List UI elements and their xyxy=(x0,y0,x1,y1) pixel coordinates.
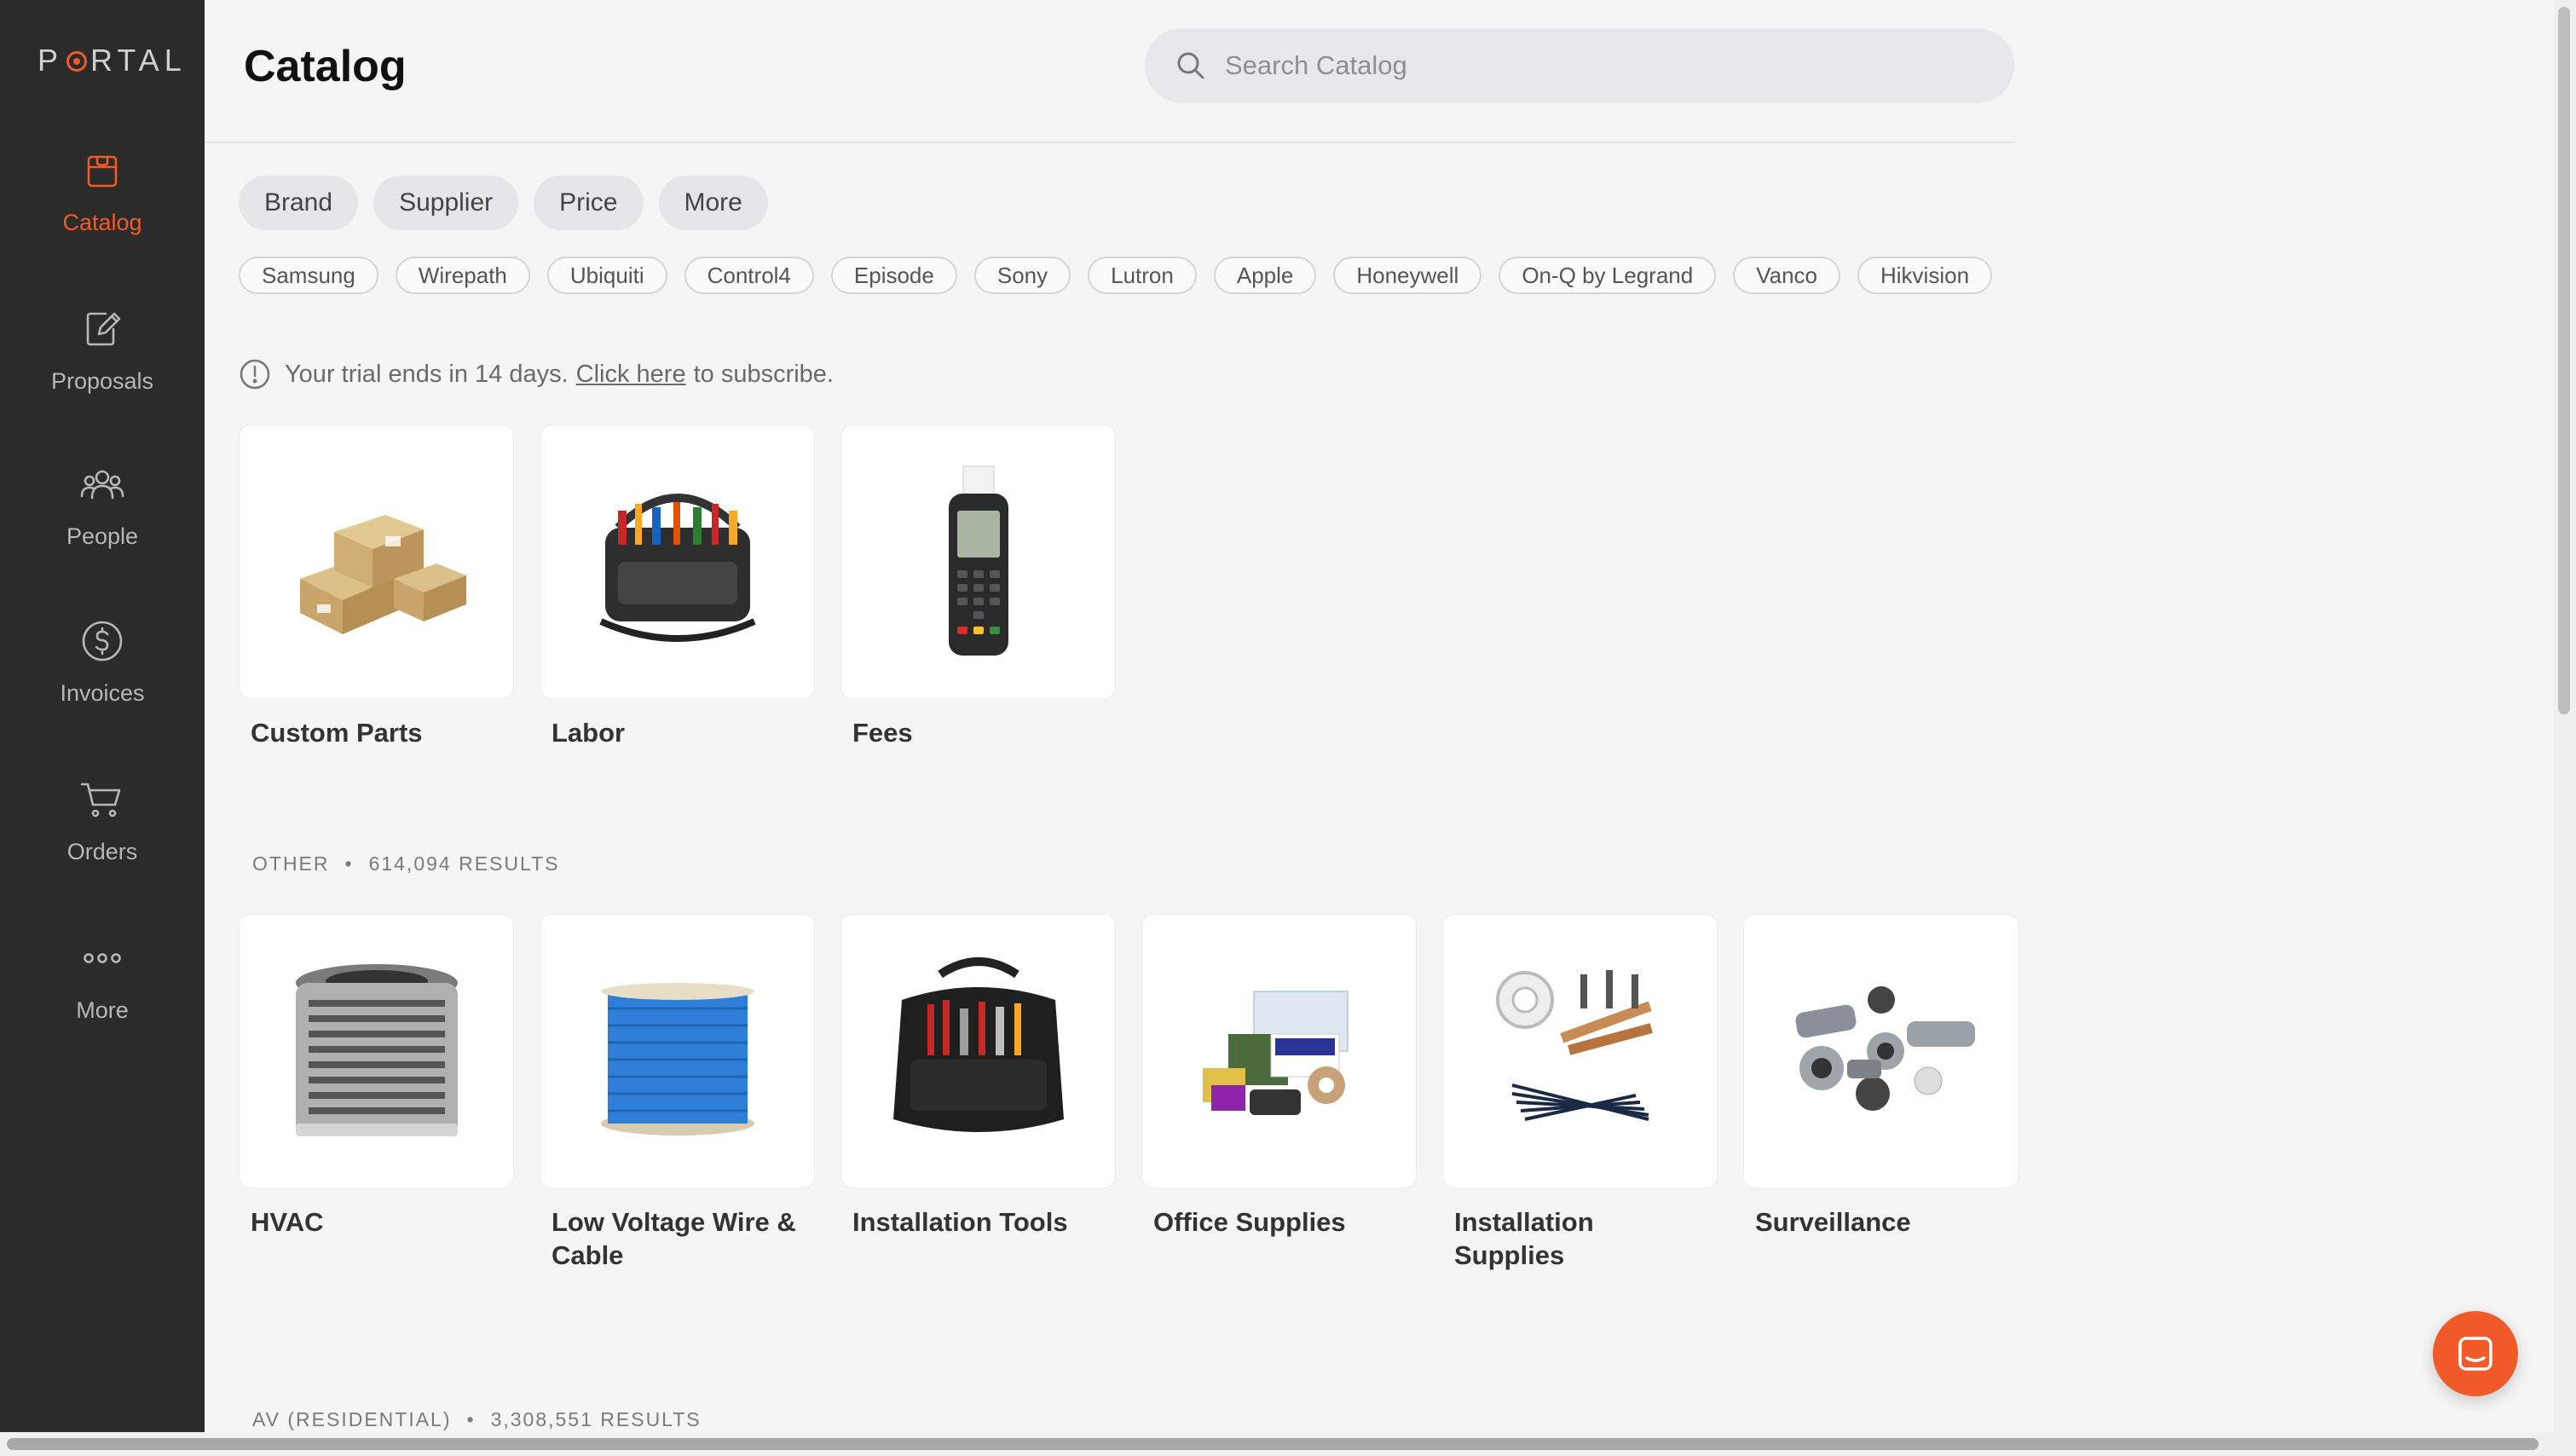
category-image-cable-spool xyxy=(540,914,815,1188)
category-name: Installation Tools xyxy=(852,1207,1068,1237)
header-divider xyxy=(205,142,2015,143)
featured-category-grid: Custom Parts Labor Fees xyxy=(239,425,1116,749)
separator-dot: • xyxy=(344,852,354,875)
other-category-grid: HVAC Low Voltage Wire & Cable Installati… xyxy=(239,914,2019,1272)
brand-chip[interactable]: Ubiquiti xyxy=(546,257,667,294)
chat-launcher-button[interactable] xyxy=(2433,1311,2518,1396)
info-icon xyxy=(240,359,270,390)
section-header-av-residential: AV (RESIDENTIAL) • 3,308,551 RESULTS xyxy=(252,1408,702,1431)
search-bar[interactable] xyxy=(1145,28,2014,103)
main-content: Catalog Brand Supplier Price More Samsun… xyxy=(205,0,2554,1432)
more-dots-icon xyxy=(77,933,128,984)
brand-chip[interactable]: Vanco xyxy=(1733,257,1840,294)
brand-chip[interactable]: Apple xyxy=(1213,257,1317,294)
category-image-tool-bag xyxy=(540,425,815,699)
page-title: Catalog xyxy=(244,42,407,91)
dollar-circle-icon xyxy=(77,615,128,667)
brand-chip[interactable]: On-Q by Legrand xyxy=(1499,257,1717,294)
category-image-boxes xyxy=(239,425,514,699)
sidebar-item-catalog[interactable]: Catalog xyxy=(0,145,205,273)
separator-dot: • xyxy=(466,1408,476,1430)
sidebar-item-more[interactable]: More xyxy=(0,933,205,1060)
brand-chip[interactable]: Lutron xyxy=(1088,257,1197,294)
people-icon xyxy=(77,459,128,510)
category-card-installation-tools[interactable]: Installation Tools xyxy=(840,914,1116,1272)
category-card-labor[interactable]: Labor xyxy=(540,425,815,749)
category-name: Installation Supplies xyxy=(1454,1207,1594,1270)
brand-chip[interactable]: Control4 xyxy=(684,257,814,294)
category-name: Surveillance xyxy=(1755,1207,1911,1237)
sidebar-item-orders[interactable]: Orders xyxy=(0,774,205,902)
category-image-install-supplies xyxy=(1442,914,1718,1188)
brand-chip[interactable]: Honeywell xyxy=(1333,257,1482,294)
category-card-fees[interactable]: Fees xyxy=(840,425,1116,749)
category-card-hvac[interactable]: HVAC xyxy=(239,914,514,1272)
category-card-installation-supplies[interactable]: Installation Supplies xyxy=(1442,914,1718,1272)
category-name: Fees xyxy=(852,718,913,748)
section-title: OTHER xyxy=(252,852,330,875)
category-name: Custom Parts xyxy=(251,718,423,748)
chat-icon xyxy=(2458,1337,2492,1371)
filter-bar: Brand Supplier Price More xyxy=(239,176,768,230)
scrollbar-thumb[interactable] xyxy=(7,1438,2538,1450)
filter-more-button[interactable]: More xyxy=(658,176,768,230)
brand-chip[interactable]: Samsung xyxy=(239,257,378,294)
category-card-surveillance[interactable]: Surveillance xyxy=(1743,914,2019,1272)
sidebar-item-proposals[interactable]: Proposals xyxy=(0,303,205,431)
sidebar-item-label: More xyxy=(76,997,129,1023)
filter-price-button[interactable]: Price xyxy=(534,176,644,230)
category-name: Low Voltage Wire & Cable xyxy=(552,1207,796,1270)
section-header-other: OTHER • 614,094 RESULTS xyxy=(252,852,559,875)
subscribe-link[interactable]: Click here xyxy=(576,361,686,389)
vertical-scrollbar[interactable] xyxy=(2554,0,2576,1432)
section-title: AV (RESIDENTIAL) xyxy=(252,1408,452,1430)
sidebar-item-label: Orders xyxy=(66,839,138,864)
trial-notice: Your trial ends in 14 days. Click here t… xyxy=(239,358,834,390)
sidebar-item-label: Catalog xyxy=(62,210,142,235)
filter-brand-button[interactable]: Brand xyxy=(239,176,359,230)
sidebar: P RTAL Catalog Proposals People Invoices … xyxy=(0,0,205,1456)
brand-chip-list: Samsung Wirepath Ubiquiti Control4 Episo… xyxy=(239,257,1993,294)
search-input[interactable] xyxy=(1225,50,1992,81)
category-image-cameras xyxy=(1743,914,2019,1188)
trial-text: Your trial ends in 14 days. xyxy=(285,360,569,388)
search-icon xyxy=(1177,52,1204,79)
brand-chip[interactable]: Sony xyxy=(973,257,1071,294)
brand-chip[interactable]: Episode xyxy=(830,257,957,294)
trial-text-end: to subscribe. xyxy=(693,360,834,388)
scrollbar-thumb[interactable] xyxy=(2558,7,2570,714)
sidebar-item-label: Invoices xyxy=(60,680,145,706)
category-image-office-supplies xyxy=(1141,914,1417,1188)
category-card-custom-parts[interactable]: Custom Parts xyxy=(239,425,514,749)
category-name: Office Supplies xyxy=(1153,1207,1346,1237)
sidebar-item-invoices[interactable]: Invoices xyxy=(0,615,205,743)
sidebar-item-label: Proposals xyxy=(50,368,154,394)
section-result-count: 3,308,551 RESULTS xyxy=(490,1408,702,1430)
section-result-count: 614,094 RESULTS xyxy=(368,852,560,875)
category-name: Labor xyxy=(552,718,626,748)
category-image-tool-backpack xyxy=(840,914,1116,1188)
brand-chip[interactable]: Hikvision xyxy=(1857,257,1993,294)
box-icon xyxy=(77,145,128,196)
category-card-low-voltage-wire[interactable]: Low Voltage Wire & Cable xyxy=(540,914,815,1272)
portal-logo[interactable]: P RTAL xyxy=(38,43,187,78)
category-card-office-supplies[interactable]: Office Supplies xyxy=(1141,914,1417,1272)
category-name: HVAC xyxy=(251,1207,324,1237)
edit-document-icon xyxy=(77,303,128,355)
brand-chip[interactable]: Wirepath xyxy=(395,257,530,294)
horizontal-scrollbar[interactable] xyxy=(0,1432,2576,1456)
cart-icon xyxy=(77,774,128,825)
filter-supplier-button[interactable]: Supplier xyxy=(373,176,519,230)
sidebar-item-people[interactable]: People xyxy=(0,459,205,586)
sidebar-item-label: People xyxy=(66,523,139,549)
category-image-card-terminal xyxy=(840,425,1116,699)
category-image-ac-unit xyxy=(239,914,514,1188)
